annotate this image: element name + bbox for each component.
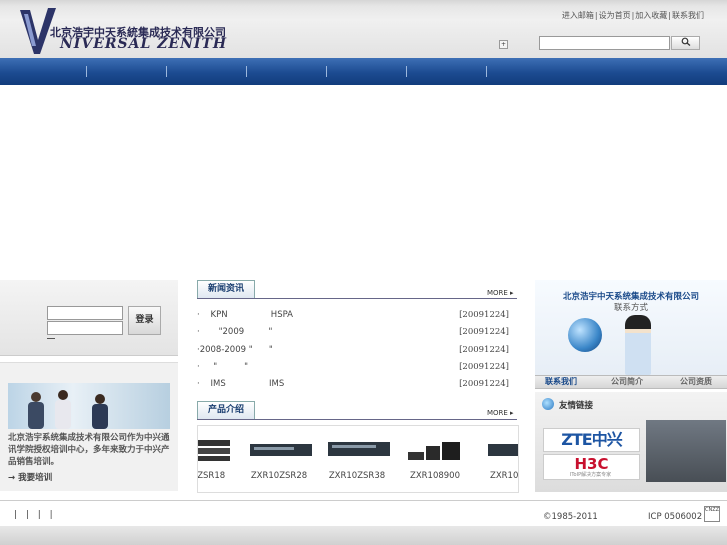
nav-separator — [166, 66, 167, 77]
news-date: [20091224] — [459, 310, 509, 320]
news-date: [20091224] — [459, 327, 509, 337]
news-item[interactable]: · KPN HSPA [20091224] — [197, 310, 509, 326]
news-item[interactable]: · "2009 " [20091224] — [197, 327, 509, 343]
training-link[interactable]: → 我要培训 — [8, 471, 52, 483]
product-item[interactable]: ZXR10 — [474, 426, 518, 490]
news-title[interactable]: · IMS IMS — [197, 379, 284, 389]
product-name[interactable]: ZXR10ZSR18 — [198, 471, 236, 481]
products-more-link[interactable]: MORE ▸ — [487, 409, 514, 417]
product-carousel: ZXR10ZSR18 ZXR10ZSR28 ZXR10ZSR38 ZXR1089… — [197, 425, 519, 493]
training-people-image — [8, 383, 170, 429]
link-set-homepage[interactable]: 设为首页 — [598, 11, 632, 20]
training-description: 北京浩宇系统集成技术有限公司作为中兴通讯学院授权培训中心，多年来致力于中兴产品销… — [8, 433, 170, 467]
product-item[interactable]: ZXR108900 — [396, 426, 474, 490]
zte-logo-link[interactable]: ZTE中兴 — [543, 428, 640, 452]
router-image — [198, 440, 230, 461]
news-more-link[interactable]: MORE ▸ — [487, 289, 514, 297]
icp-number[interactable]: ICP 0506002 — [648, 512, 702, 522]
product-item[interactable]: ZXR10ZSR18 — [198, 426, 236, 490]
tab-company-qualification[interactable]: 公司资质 — [680, 376, 712, 388]
nav-separator — [326, 66, 327, 77]
link-add-favorite[interactable]: 加入收藏 — [634, 11, 668, 20]
contact-subtitle: 联系方式 — [613, 303, 648, 313]
news-date: [20091224] — [459, 345, 509, 355]
search-input[interactable] — [539, 36, 670, 50]
router-image — [408, 442, 460, 460]
server-rack-image — [646, 420, 726, 482]
products-divider — [197, 419, 517, 420]
magnifier-icon — [681, 37, 690, 46]
copyright-text: ©1985-2011 — [543, 512, 598, 522]
search-button[interactable] — [671, 36, 700, 50]
news-item[interactable]: · IMS IMS [20091224] — [197, 379, 509, 395]
tab-products[interactable]: 产品介绍 — [197, 401, 255, 420]
product-name[interactable]: ZXR10ZSR38 — [318, 471, 396, 481]
router-image — [328, 442, 390, 456]
footer-links[interactable]: | | | | — [14, 510, 53, 520]
username-input[interactable] — [47, 306, 123, 320]
login-button[interactable]: 登录 — [128, 306, 161, 335]
product-item[interactable]: ZXR10ZSR28 — [240, 426, 318, 490]
router-image — [488, 444, 518, 456]
small-toggle-button[interactable]: + — [499, 40, 508, 49]
main-nav-bar — [0, 58, 727, 85]
product-name[interactable]: ZXR108900 — [396, 471, 474, 481]
news-item[interactable]: ·2008-2009 " " [20091224] — [197, 345, 509, 361]
contact-tabs: 联系我们 公司简介 公司资质 — [535, 375, 727, 389]
tab-company-intro[interactable]: 公司简介 — [611, 376, 643, 388]
news-title[interactable]: · KPN HSPA — [197, 310, 293, 320]
stats-icon[interactable]: CNZZ — [704, 506, 720, 522]
h3c-slogan: IToIP解决方案专家 — [569, 472, 612, 478]
news-date: [20091224] — [459, 362, 509, 372]
news-date: [20091224] — [459, 379, 509, 389]
news-divider — [197, 298, 517, 299]
news-title[interactable]: · "2009 " — [197, 327, 272, 337]
logo-en-text: NIVERSAL ZENITH — [60, 36, 228, 52]
footer-bottom-bar — [0, 526, 727, 545]
link-contact-us[interactable]: 联系我们 — [671, 11, 705, 20]
news-title[interactable]: ·2008-2009 " " — [197, 345, 273, 355]
globe-icon — [542, 398, 554, 410]
tab-contact-us[interactable]: 联系我们 — [545, 376, 577, 388]
product-name[interactable]: ZXR10 — [490, 471, 518, 481]
product-item[interactable]: ZXR10ZSR38 — [318, 426, 396, 490]
news-item[interactable]: · " " [20091224] — [197, 362, 509, 378]
router-image — [250, 444, 312, 456]
tab-news[interactable]: 新闻资讯 — [197, 280, 255, 299]
businessman-image — [625, 315, 651, 375]
link-enter-mailbox[interactable]: 进入邮箱 — [561, 11, 595, 20]
globe-icon — [568, 318, 602, 352]
nav-separator — [486, 66, 487, 77]
login-divider — [47, 338, 55, 339]
product-name[interactable]: ZXR10ZSR28 — [240, 471, 318, 481]
nav-separator — [246, 66, 247, 77]
news-title[interactable]: · " " — [197, 362, 248, 372]
password-input[interactable] — [47, 321, 123, 335]
friendly-links-title: 友情链接 — [559, 401, 594, 411]
nav-separator — [86, 66, 87, 77]
nav-separator — [406, 66, 407, 77]
top-links: 进入邮箱|设为首页|加入收藏|联系我们 — [561, 11, 705, 20]
